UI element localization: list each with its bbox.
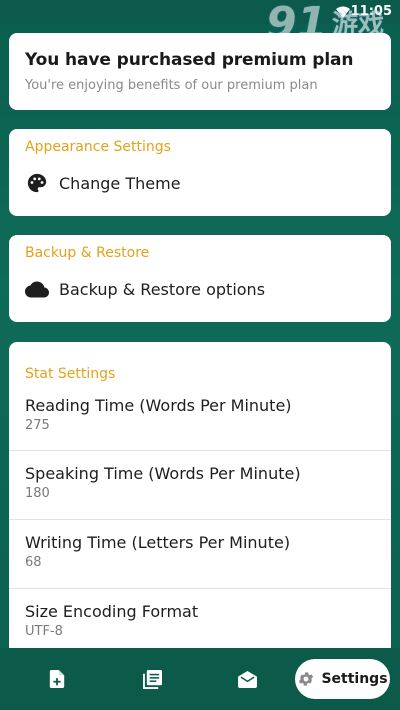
status-bar: 11:05 [0, 0, 400, 24]
writing-time-row[interactable]: Writing Time (Letters Per Minute) 68 [9, 520, 391, 589]
appearance-settings-card: Appearance Settings Change Theme [9, 129, 391, 216]
nav-new-document[interactable] [44, 666, 70, 692]
backup-section-title: Backup & Restore [25, 245, 150, 261]
library-icon [142, 669, 162, 689]
cloud-icon [25, 277, 49, 301]
stat-value: UTF-8 [25, 624, 63, 639]
stat-label: Size Encoding Format [25, 602, 199, 621]
premium-subtitle: You're enjoying benefits of our premium … [25, 78, 318, 93]
stat-value: 275 [25, 418, 50, 433]
bottom-navigation: Settings [0, 648, 400, 710]
stat-label: Reading Time (Words Per Minute) [25, 396, 292, 415]
status-time: 11:05 [350, 4, 392, 19]
change-theme-row[interactable]: Change Theme [9, 155, 391, 195]
stat-label: Writing Time (Letters Per Minute) [25, 533, 291, 552]
speaking-time-row[interactable]: Speaking Time (Words Per Minute) 180 [9, 451, 391, 520]
premium-title: You have purchased premium plan [25, 50, 354, 70]
nav-settings-button[interactable]: Settings [295, 659, 390, 699]
premium-card: You have purchased premium plan You're e… [9, 33, 391, 110]
nav-inbox[interactable] [234, 666, 260, 692]
reading-time-row[interactable]: Reading Time (Words Per Minute) 275 [9, 382, 391, 451]
backup-restore-options-row[interactable]: Backup & Restore options [9, 261, 391, 301]
nav-settings-label: Settings [321, 671, 388, 687]
backup-restore-card: Backup & Restore Backup & Restore option… [9, 235, 391, 322]
stat-value: 68 [25, 555, 42, 570]
gear-icon [297, 670, 315, 688]
palette-icon [25, 171, 49, 195]
stat-section-title: Stat Settings [25, 366, 116, 382]
wifi-icon [336, 6, 350, 18]
stat-label: Speaking Time (Words Per Minute) [25, 464, 301, 483]
change-theme-label: Change Theme [59, 173, 181, 193]
inbox-icon [237, 670, 257, 688]
appearance-section-title: Appearance Settings [25, 139, 171, 155]
nav-library[interactable] [139, 666, 165, 692]
stat-value: 180 [25, 486, 50, 501]
new-document-icon [49, 670, 65, 688]
backup-restore-options-label: Backup & Restore options [59, 279, 266, 299]
stat-settings-card: Stat Settings Reading Time (Words Per Mi… [9, 342, 391, 672]
